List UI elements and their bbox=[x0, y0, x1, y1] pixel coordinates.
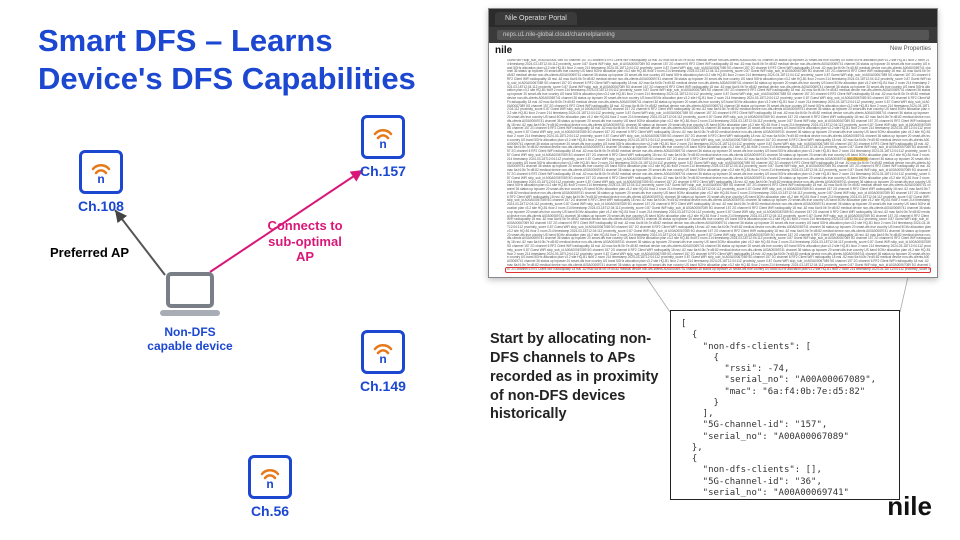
laptop-device: Non-DFS capable device bbox=[145, 270, 235, 354]
ap-icon: n bbox=[248, 455, 292, 499]
ap-label: Ch.149 bbox=[360, 378, 406, 394]
ap-ch108: n Ch.108 bbox=[78, 150, 124, 214]
slide-title: Smart DFS – Learns Device's DFS Capabili… bbox=[38, 22, 458, 98]
svg-text:n: n bbox=[379, 352, 386, 366]
browser-tabbar: Nile Operator Portal bbox=[489, 9, 937, 27]
ap-icon: n bbox=[79, 150, 123, 194]
ap-icon: n bbox=[361, 115, 405, 159]
ap-icon: n bbox=[361, 330, 405, 374]
browser-brand: nile bbox=[495, 45, 512, 56]
edge-label-preferred: Preferred AP bbox=[50, 245, 129, 261]
ap-ch157: n Ch.157 bbox=[360, 115, 406, 179]
svg-text:n: n bbox=[266, 477, 273, 491]
browser-highlight-box bbox=[505, 267, 931, 273]
ap-label: Ch.56 bbox=[251, 503, 289, 519]
laptop-label: Non-DFS capable device bbox=[145, 326, 235, 354]
laptop-icon bbox=[154, 270, 226, 324]
browser-urlbar-row: neps.u1.nile-global.cloud/channelplannin… bbox=[489, 27, 937, 43]
svg-text:n: n bbox=[379, 137, 386, 151]
browser-log-text: Guest WiFi skip_sub_id A00A00067089 5G c… bbox=[507, 59, 931, 271]
browser-urlbox[interactable]: neps.u1.nile-global.cloud/channelplannin… bbox=[497, 30, 929, 40]
edge-label-connects: Connects to sub-optimal AP bbox=[260, 218, 350, 265]
browser-window: Nile Operator Portal neps.u1.nile-global… bbox=[488, 8, 938, 278]
json-snippet-box: [ { "non-dfs-clients": [ { "rssi": -74, … bbox=[670, 310, 900, 500]
browser-right-text: New Properties bbox=[890, 46, 931, 52]
ap-ch149: n Ch.149 bbox=[360, 330, 406, 394]
browser-content: nile New Properties Guest WiFi skip_sub_… bbox=[489, 43, 937, 277]
ap-ch56: n Ch.56 bbox=[248, 455, 292, 519]
ap-label: Ch.157 bbox=[360, 163, 406, 179]
caption-text: Start by allocating non-DFS channels to … bbox=[490, 330, 660, 424]
svg-text:n: n bbox=[97, 172, 104, 186]
nile-logo: nile bbox=[887, 491, 932, 522]
ap-label: Ch.108 bbox=[78, 198, 124, 214]
browser-tab[interactable]: Nile Operator Portal bbox=[495, 12, 577, 25]
